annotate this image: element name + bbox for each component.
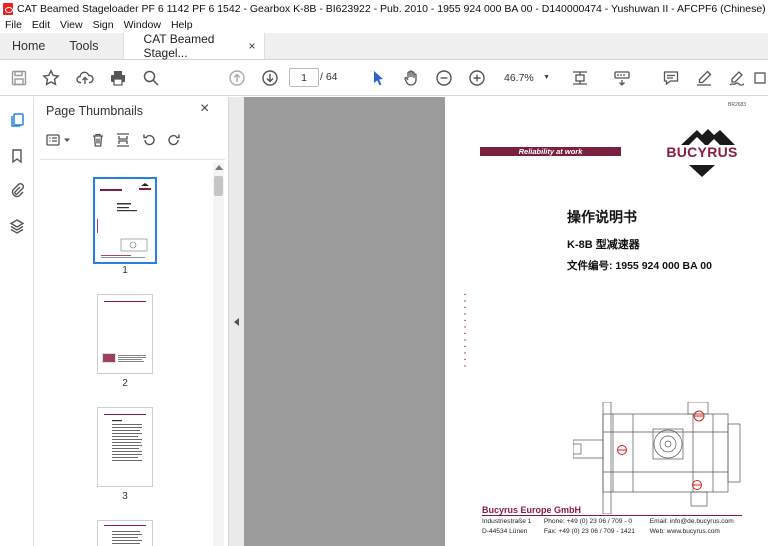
- thumbnail-preview: [95, 179, 155, 262]
- thumbnail-toolbar: [34, 129, 229, 153]
- scrollbar-thumb[interactable]: [214, 176, 223, 196]
- zoom-in-icon[interactable]: [467, 68, 487, 88]
- thumbnail-label-1: 1: [122, 265, 128, 276]
- vertical-side-text: ▪▪▪▪▪▪▪▪▪▪▪▪: [462, 292, 468, 370]
- gearbox-drawing: [573, 402, 741, 514]
- rotate-counterclockwise-icon[interactable]: [140, 131, 158, 149]
- document-code: BR2683: [728, 102, 747, 108]
- document-canvas-background: [244, 97, 445, 546]
- footer-row-1: Industriestraße 1 Phone: +49 (0) 23 06 /…: [482, 518, 734, 525]
- select-arrow-icon[interactable]: [368, 68, 388, 88]
- footer-fax: Fax: +49 (0) 23 06 / 709 - 1421: [543, 528, 635, 535]
- zoom-level-select[interactable]: 46.7% ▼: [500, 68, 554, 87]
- attachments-icon[interactable]: [7, 180, 27, 200]
- more-tools-icon[interactable]: [752, 68, 768, 88]
- scroll-up-icon[interactable]: [215, 165, 223, 170]
- footer-company: Bucyrus Europe GmbH: [482, 505, 582, 515]
- save-icon[interactable]: [9, 68, 29, 88]
- footer-web: Web: www.bucyrus.com: [649, 528, 720, 535]
- bookmarks-icon[interactable]: [7, 146, 27, 166]
- window-title: CAT Beamed Stageloader PF 6 1142 PF 6 15…: [17, 2, 768, 15]
- tab-document[interactable]: CAT Beamed Stagel... ×: [122, 32, 265, 60]
- panel-close-icon[interactable]: ×: [200, 100, 209, 118]
- read-mode-icon[interactable]: [612, 68, 632, 88]
- menu-window[interactable]: Window: [124, 19, 161, 31]
- page-thumbnail-4[interactable]: [97, 520, 153, 546]
- footer-divider: [482, 515, 742, 516]
- panel-title: Page Thumbnails: [46, 104, 144, 118]
- thumbnail-options-icon[interactable]: [44, 131, 62, 149]
- brand-wordmark: BUCYRUS: [666, 144, 738, 160]
- main-toolbar: 1 / 64 46.7% ▼: [0, 60, 768, 96]
- reliability-banner: Reliability at work: [480, 147, 621, 156]
- chevron-left-icon: [234, 318, 239, 326]
- delete-page-icon[interactable]: [89, 131, 107, 149]
- page-number-input[interactable]: 1: [289, 68, 319, 87]
- comment-icon[interactable]: [661, 68, 681, 88]
- document-number: 文件编号: 1955 924 000 BA 00: [567, 260, 712, 272]
- pdf-page-1[interactable]: BR2683 Reliability at work BUCYRUS 操作说明书…: [445, 97, 768, 546]
- tab-document-label: CAT Beamed Stagel...: [143, 32, 215, 60]
- chevron-down-icon[interactable]: [63, 131, 71, 149]
- navigation-rail: [0, 97, 34, 546]
- page-thumbnail-1[interactable]: [93, 177, 157, 264]
- menu-file[interactable]: File: [5, 19, 22, 31]
- menu-edit[interactable]: Edit: [32, 19, 50, 31]
- sign-icon[interactable]: [727, 68, 747, 88]
- panel-collapse-handle[interactable]: [229, 97, 244, 546]
- page-fit-icon[interactable]: [570, 68, 590, 88]
- page-total: / 64: [320, 71, 338, 83]
- thumbnail-label-3: 3: [122, 491, 128, 502]
- thumbnail-preview: [98, 295, 152, 373]
- footer-email: Email: info@de.bucyrus.com: [649, 518, 734, 525]
- bookmark-star-icon[interactable]: [41, 68, 61, 88]
- page-thumbnail-2[interactable]: [97, 294, 153, 374]
- document-subtitle: K-8B 型减速器: [567, 239, 640, 251]
- menu-view[interactable]: View: [60, 19, 83, 31]
- tab-bar: Home Tools CAT Beamed Stagel... ×: [0, 32, 768, 60]
- prev-page-icon[interactable]: [227, 68, 247, 88]
- tab-close-icon[interactable]: ×: [249, 39, 256, 53]
- panel-divider: [40, 159, 225, 160]
- menu-bar: File Edit View Sign Window Help: [0, 17, 768, 33]
- thumbnails-scrollbar[interactable]: [213, 163, 224, 546]
- layers-icon[interactable]: [7, 216, 27, 236]
- page-thumbnails-icon[interactable]: [7, 110, 27, 130]
- tab-home[interactable]: Home: [0, 33, 57, 59]
- rotate-clockwise-icon[interactable]: [165, 131, 183, 149]
- footer-phone: Phone: +49 (0) 23 06 / 709 - 0: [543, 518, 633, 525]
- cloud-upload-icon[interactable]: [75, 68, 95, 88]
- menu-help[interactable]: Help: [171, 19, 193, 31]
- page-thumbnail-3[interactable]: [97, 407, 153, 487]
- menu-sign[interactable]: Sign: [93, 19, 114, 31]
- highlight-pen-icon[interactable]: [694, 68, 714, 88]
- zoom-level-value: 46.7%: [504, 71, 534, 84]
- footer-address-1: Industriestraße 1: [482, 518, 532, 525]
- window-titlebar: CAT Beamed Stageloader PF 6 1142 PF 6 15…: [0, 0, 768, 17]
- thumbnail-preview: [98, 521, 152, 546]
- thumbnail-label-2: 2: [122, 378, 128, 389]
- document-title: 操作说明书: [567, 209, 637, 225]
- print-icon[interactable]: [108, 68, 128, 88]
- hand-tool-icon[interactable]: [401, 68, 421, 88]
- zoom-out-icon[interactable]: [434, 68, 454, 88]
- next-page-icon[interactable]: [260, 68, 280, 88]
- tab-tools[interactable]: Tools: [57, 33, 110, 59]
- footer-address-2: D-44534 Lünen: [482, 528, 528, 535]
- insert-page-icon[interactable]: [114, 131, 132, 149]
- footer-row-2: D-44534 Lünen Fax: +49 (0) 23 06 / 709 -…: [482, 528, 720, 535]
- acrobat-icon: [3, 2, 13, 15]
- thumbnail-preview: [98, 408, 152, 486]
- search-icon[interactable]: [141, 68, 161, 88]
- chevron-down-icon: ▼: [543, 74, 550, 81]
